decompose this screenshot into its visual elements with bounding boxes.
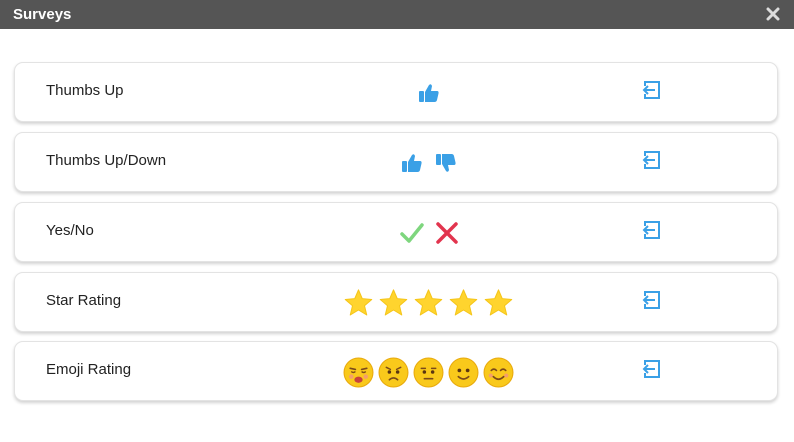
- insert-icon[interactable]: [641, 150, 661, 170]
- survey-row-yes-no: Yes/No: [14, 202, 778, 262]
- survey-row-thumbs-up-down: Thumbs Up/Down: [14, 132, 778, 192]
- survey-preview: [341, 143, 516, 183]
- survey-row-star-rating: Star Rating: [14, 272, 778, 332]
- star-icon: [378, 288, 409, 318]
- survey-preview: [341, 213, 516, 253]
- survey-row-emoji-rating: Emoji Rating: [14, 341, 778, 401]
- insert-icon[interactable]: [641, 220, 661, 240]
- star-icon: [483, 288, 514, 318]
- emoji-sad-icon: [378, 357, 409, 388]
- cross-icon: [435, 221, 459, 245]
- emoji-neutral-icon: [413, 357, 444, 388]
- thumbs-up-icon: [418, 83, 440, 103]
- survey-label: Star Rating: [46, 292, 122, 309]
- close-icon[interactable]: [766, 7, 780, 21]
- emoji-tearful-icon: [343, 357, 374, 388]
- title-bar: Surveys: [0, 0, 794, 29]
- survey-preview: [341, 73, 516, 113]
- insert-icon[interactable]: [641, 290, 661, 310]
- emoji-happy-icon: [483, 357, 514, 388]
- survey-preview: [341, 283, 516, 323]
- thumbs-down-icon: [435, 153, 457, 173]
- thumbs-up-icon: [401, 153, 423, 173]
- survey-preview: [341, 352, 516, 392]
- survey-label: Yes/No: [46, 222, 94, 239]
- insert-icon[interactable]: [641, 359, 661, 379]
- insert-icon[interactable]: [641, 80, 661, 100]
- survey-label: Thumbs Up/Down: [46, 152, 167, 169]
- survey-label: Thumbs Up: [46, 82, 124, 99]
- star-icon: [343, 288, 374, 318]
- check-icon: [399, 221, 425, 245]
- star-icon: [413, 288, 444, 318]
- survey-row-thumbs-up: Thumbs Up: [14, 62, 778, 122]
- star-icon: [448, 288, 479, 318]
- window-title: Surveys: [13, 6, 72, 23]
- survey-label: Emoji Rating: [46, 361, 132, 378]
- emoji-smile-icon: [448, 357, 479, 388]
